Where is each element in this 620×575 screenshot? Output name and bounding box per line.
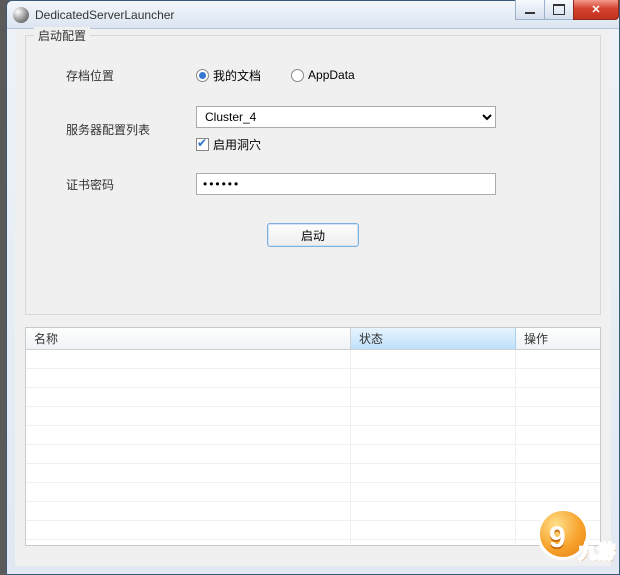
save-location-row: 存档位置 我的文档 AppData xyxy=(46,62,580,88)
enable-caves-checkbox[interactable] xyxy=(196,138,209,151)
launch-row: 启动 xyxy=(46,215,580,247)
launch-button[interactable]: 启动 xyxy=(267,223,359,247)
server-table: 名称 状态 操作 xyxy=(25,327,601,546)
cert-password-input[interactable] xyxy=(196,173,496,195)
config-list-label: 服务器配置列表 xyxy=(46,121,196,138)
group-title: 启动配置 xyxy=(34,27,90,44)
table-row[interactable] xyxy=(26,521,600,540)
save-location-appdata[interactable]: AppData xyxy=(291,68,355,82)
table-row[interactable] xyxy=(26,426,600,445)
config-form: 存档位置 我的文档 AppData 服务器配置列表 xyxy=(26,36,600,257)
table-body xyxy=(26,350,600,545)
radio-mydocs-label: 我的文档 xyxy=(213,67,261,84)
client-area: 启动配置 存档位置 我的文档 AppData xyxy=(15,29,611,566)
window-title: DedicatedServerLauncher xyxy=(35,8,174,22)
enable-caves-label: 启用洞穴 xyxy=(213,136,261,153)
cert-password-row: 证书密码 xyxy=(46,171,580,197)
table-row[interactable] xyxy=(26,502,600,521)
table-row[interactable] xyxy=(26,483,600,502)
save-location-label: 存档位置 xyxy=(46,67,196,84)
table-row[interactable] xyxy=(26,445,600,464)
save-location-mydocs[interactable]: 我的文档 xyxy=(196,67,261,84)
enable-caves-checkbox-wrap[interactable]: 启用洞穴 xyxy=(196,136,261,153)
table-row[interactable] xyxy=(26,407,600,426)
radio-appdata[interactable] xyxy=(291,69,304,82)
window-controls xyxy=(516,0,619,20)
config-list-row: 服务器配置列表 Cluster_4 启用洞穴 xyxy=(46,106,580,153)
radio-appdata-label: AppData xyxy=(308,68,355,82)
close-button[interactable] xyxy=(573,0,619,20)
col-action-header[interactable]: 操作 xyxy=(516,328,600,349)
col-status-header[interactable]: 状态 xyxy=(351,328,516,349)
launch-config-group: 启动配置 存档位置 我的文档 AppData xyxy=(25,35,601,315)
application-window: DedicatedServerLauncher 启动配置 存档位置 我的文档 xyxy=(6,0,620,575)
table-row[interactable] xyxy=(26,350,600,369)
table-header: 名称 状态 操作 xyxy=(26,328,600,350)
col-name-header[interactable]: 名称 xyxy=(26,328,351,349)
minimize-button[interactable] xyxy=(515,0,545,20)
table-row[interactable] xyxy=(26,388,600,407)
config-list-select[interactable]: Cluster_4 xyxy=(196,106,496,128)
radio-mydocs[interactable] xyxy=(196,69,209,82)
table-row[interactable] xyxy=(26,369,600,388)
maximize-button[interactable] xyxy=(544,0,574,20)
app-icon xyxy=(13,7,29,23)
titlebar[interactable]: DedicatedServerLauncher xyxy=(7,1,619,29)
cert-password-label: 证书密码 xyxy=(46,176,196,193)
table-row[interactable] xyxy=(26,464,600,483)
table-row[interactable] xyxy=(26,540,600,545)
